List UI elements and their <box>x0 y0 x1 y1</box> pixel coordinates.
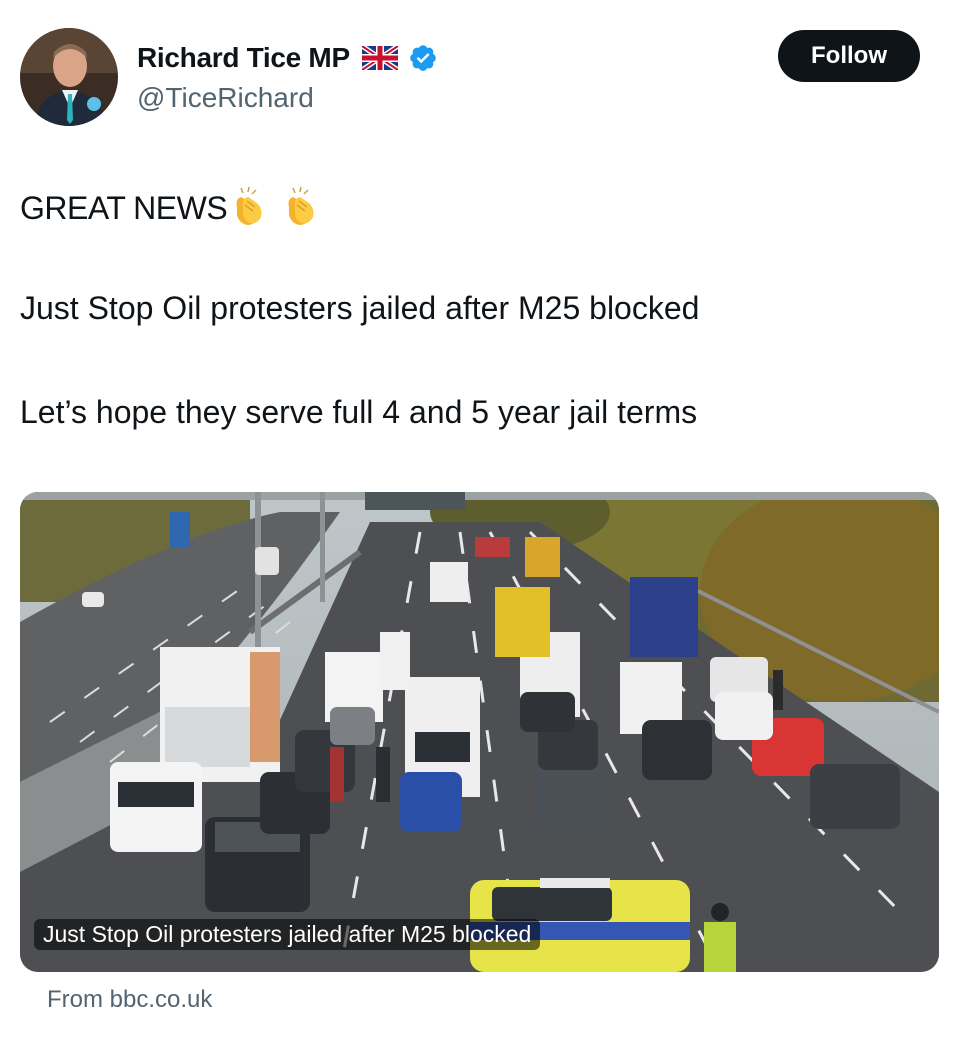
avatar[interactable] <box>20 28 118 126</box>
union-jack-flag-icon <box>360 43 400 73</box>
card-source-link[interactable]: From bbc.co.uk <box>47 986 212 1014</box>
motorway-traffic-photo <box>20 492 939 972</box>
follow-button[interactable]: Follow <box>778 30 920 82</box>
verified-badge-icon <box>408 43 438 73</box>
link-card-image[interactable]: Just Stop Oil protesters jailed after M2… <box>20 492 939 972</box>
card-caption: Just Stop Oil protesters jailed after M2… <box>34 919 541 950</box>
clapping-hands-icon <box>229 185 273 229</box>
clapping-hands-icon <box>281 185 325 229</box>
user-handle[interactable]: @TiceRichard <box>137 82 438 114</box>
tweet-headline: GREAT NEWS <box>20 190 228 226</box>
display-name[interactable]: Richard Tice MP <box>137 42 350 74</box>
tweet-header: Richard Tice MP @TiceRichard Follow <box>20 28 920 128</box>
tweet-text-line-1: GREAT NEWS <box>20 185 325 229</box>
tweet-text-line-3: Let’s hope they serve full 4 and 5 year … <box>20 394 698 430</box>
tweet-text-line-2: Just Stop Oil protesters jailed after M2… <box>20 290 700 326</box>
